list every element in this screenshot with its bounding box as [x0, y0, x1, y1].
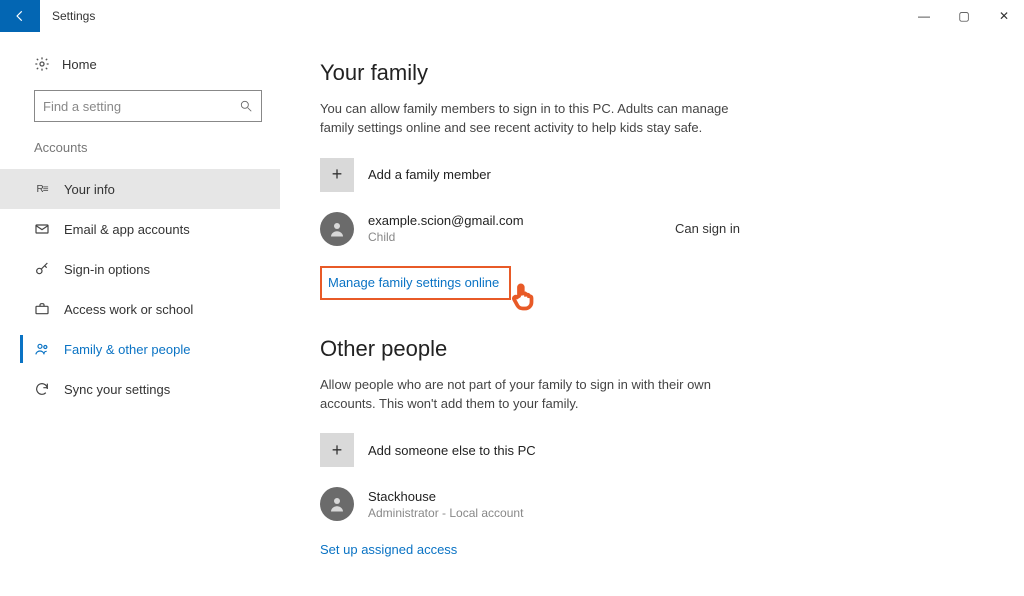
other-description: Allow people who are not part of your fa… [320, 376, 750, 414]
manage-family-link-highlight: Manage family settings online [320, 266, 511, 300]
avatar-icon [320, 212, 354, 246]
content-pane: Your family You can allow family members… [280, 32, 1024, 596]
add-family-member[interactable]: + Add a family member [320, 158, 994, 192]
other-user-name: Stackhouse [368, 489, 523, 504]
family-member-row[interactable]: example.scion@gmail.com Child Can sign i… [320, 212, 940, 246]
title-bar: Settings — ▢ ✕ [0, 0, 1024, 32]
other-heading: Other people [320, 336, 994, 362]
sidebar: Home Accounts R≡ Your info Email & app a… [0, 32, 280, 596]
manage-family-link[interactable]: Manage family settings online [328, 275, 499, 290]
window-controls: — ▢ ✕ [904, 0, 1024, 32]
sidebar-home-label: Home [62, 57, 97, 72]
sidebar-item-label: Sign-in options [64, 262, 150, 277]
people-icon [34, 341, 50, 357]
family-description: You can allow family members to sign in … [320, 100, 750, 138]
family-member-email: example.scion@gmail.com [368, 213, 524, 228]
family-member-status: Can sign in [675, 221, 940, 236]
plus-icon: + [320, 158, 354, 192]
mail-icon [34, 221, 50, 237]
sidebar-item-email-accounts[interactable]: Email & app accounts [0, 209, 280, 249]
back-button[interactable] [0, 0, 40, 32]
gear-icon [34, 56, 50, 72]
sync-icon [34, 381, 50, 397]
plus-icon: + [320, 433, 354, 467]
add-other-label: Add someone else to this PC [368, 443, 536, 458]
search-box[interactable] [34, 90, 262, 122]
family-heading: Your family [320, 60, 994, 86]
add-family-label: Add a family member [368, 167, 491, 182]
sidebar-home[interactable]: Home [0, 52, 280, 90]
sidebar-item-your-info[interactable]: R≡ Your info [0, 169, 280, 209]
sidebar-item-label: Sync your settings [64, 382, 170, 397]
your-info-icon: R≡ [34, 181, 50, 197]
key-icon [34, 261, 50, 277]
assigned-access-link[interactable]: Set up assigned access [320, 542, 457, 587]
sidebar-item-work-school[interactable]: Access work or school [0, 289, 280, 329]
sidebar-item-label: Access work or school [64, 302, 193, 317]
sidebar-group-label: Accounts [0, 140, 280, 169]
minimize-button[interactable]: — [904, 0, 944, 32]
sidebar-item-sync-settings[interactable]: Sync your settings [0, 369, 280, 409]
cursor-hand-icon [509, 281, 539, 316]
search-icon [239, 99, 253, 113]
add-other-user[interactable]: + Add someone else to this PC [320, 433, 994, 467]
other-user-role: Administrator - Local account [368, 506, 523, 520]
sidebar-item-label: Email & app accounts [64, 222, 190, 237]
maximize-button[interactable]: ▢ [944, 0, 984, 32]
sidebar-item-family-other[interactable]: Family & other people [0, 329, 280, 369]
sidebar-item-signin-options[interactable]: Sign-in options [0, 249, 280, 289]
search-input[interactable] [43, 99, 239, 114]
family-member-role: Child [368, 230, 524, 244]
avatar-icon [320, 487, 354, 521]
sidebar-item-label: Your info [64, 182, 115, 197]
sidebar-item-label: Family & other people [64, 342, 190, 357]
arrow-left-icon [13, 9, 27, 23]
window-title: Settings [52, 9, 95, 23]
other-user-row[interactable]: Stackhouse Administrator - Local account [320, 487, 994, 521]
close-button[interactable]: ✕ [984, 0, 1024, 32]
briefcase-icon [34, 301, 50, 317]
